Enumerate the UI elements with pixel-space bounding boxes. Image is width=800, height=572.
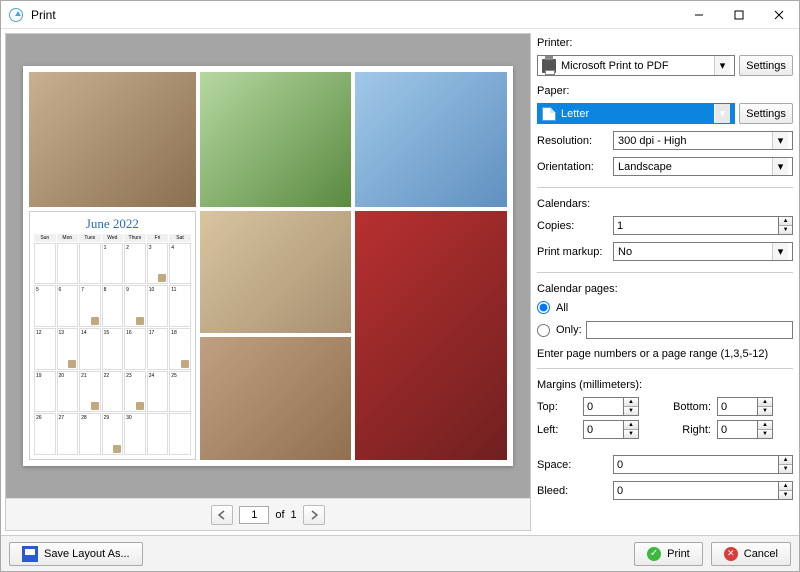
chevron-down-icon: ▾	[772, 132, 788, 149]
preview-area: June 2022 Sun Mon Tues Wed Thurs Fri Sat…	[6, 34, 530, 498]
pager: of 1	[6, 498, 530, 530]
margin-bottom-label: Bottom:	[665, 401, 711, 413]
markup-label: Print markup:	[537, 246, 609, 258]
calendar-grid: Sun Mon Tues Wed Thurs Fri Sat 1234 5678…	[34, 234, 191, 455]
collage-photo	[355, 211, 507, 460]
margin-bottom-input[interactable]	[717, 397, 757, 416]
titlebar: Print	[1, 1, 799, 29]
collage-photo	[200, 211, 352, 334]
calendars-label: Calendars:	[537, 198, 793, 210]
print-dialog: Print June 2022	[0, 0, 800, 572]
preview-page: June 2022 Sun Mon Tues Wed Thurs Fri Sat…	[23, 66, 513, 466]
margin-right-stepper[interactable]: ▲▼	[757, 420, 773, 439]
margin-left-input[interactable]	[583, 420, 623, 439]
print-button[interactable]: ✓ Print	[634, 542, 703, 566]
chevron-down-icon: ▾	[714, 104, 730, 123]
pages-only-input[interactable]	[586, 321, 793, 339]
app-icon	[9, 8, 23, 22]
resolution-label: Resolution:	[537, 135, 609, 147]
calendar-title: June 2022	[34, 216, 191, 232]
page-number-input[interactable]	[239, 506, 269, 524]
cancel-icon: ✕	[724, 547, 738, 561]
chevron-down-icon: ▾	[772, 158, 788, 175]
paper-label: Paper:	[537, 85, 793, 97]
save-icon	[22, 546, 38, 562]
paper-icon	[542, 107, 556, 121]
of-label: of	[275, 509, 284, 521]
footer: Save Layout As... ✓ Print ✕ Cancel	[1, 535, 799, 571]
collage-photo	[29, 72, 196, 207]
space-input[interactable]	[613, 455, 778, 474]
pages-hint: Enter page numbers or a page range (1,3,…	[537, 348, 793, 360]
pages-only-radio[interactable]	[537, 324, 550, 337]
orientation-label: Orientation:	[537, 161, 609, 173]
space-label: Space:	[537, 459, 609, 471]
collage-photo	[200, 337, 352, 460]
margin-right-input[interactable]	[717, 420, 757, 439]
margin-top-label: Top:	[537, 401, 577, 413]
markup-select[interactable]: No ▾	[613, 242, 793, 261]
pages-all-label: All	[556, 302, 568, 314]
ok-icon: ✓	[647, 547, 661, 561]
printer-icon	[542, 59, 556, 73]
copies-input[interactable]	[613, 216, 778, 235]
pages-only-label: Only:	[556, 324, 582, 336]
save-layout-button[interactable]: Save Layout As...	[9, 542, 143, 566]
window-title: Print	[31, 8, 56, 22]
collage-calendar: June 2022 Sun Mon Tues Wed Thurs Fri Sat…	[29, 211, 196, 460]
margin-left-stepper[interactable]: ▲▼	[623, 420, 639, 439]
settings-panel: Printer: Microsoft Print to PDF ▾ Settin…	[535, 33, 795, 531]
printer-settings-button[interactable]: Settings	[739, 55, 793, 76]
pages-label: Calendar pages:	[537, 283, 793, 295]
bleed-input[interactable]	[613, 481, 778, 500]
cancel-button[interactable]: ✕ Cancel	[711, 542, 791, 566]
minimize-button[interactable]	[679, 1, 719, 29]
margin-bottom-stepper[interactable]: ▲▼	[757, 397, 773, 416]
maximize-button[interactable]	[719, 1, 759, 29]
collage-photo	[355, 72, 507, 207]
total-pages: 1	[291, 509, 297, 521]
paper-settings-button[interactable]: Settings	[739, 103, 793, 124]
collage-photo	[200, 72, 352, 207]
preview-panel: June 2022 Sun Mon Tues Wed Thurs Fri Sat…	[5, 33, 531, 531]
close-button[interactable]	[759, 1, 799, 29]
printer-label: Printer:	[537, 37, 793, 49]
margin-top-stepper[interactable]: ▲▼	[623, 397, 639, 416]
margin-right-label: Right:	[665, 424, 711, 436]
next-page-button[interactable]	[303, 505, 325, 525]
prev-page-button[interactable]	[211, 505, 233, 525]
bleed-label: Bleed:	[537, 485, 609, 497]
margin-top-input[interactable]	[583, 397, 623, 416]
pages-all-radio[interactable]	[537, 301, 550, 314]
margin-left-label: Left:	[537, 424, 577, 436]
orientation-select[interactable]: Landscape ▾	[613, 157, 793, 176]
paper-select[interactable]: Letter ▾	[537, 103, 735, 124]
chevron-down-icon: ▾	[772, 243, 788, 260]
chevron-down-icon: ▾	[714, 56, 730, 75]
printer-select[interactable]: Microsoft Print to PDF ▾	[537, 55, 735, 76]
space-stepper[interactable]: ▲▼	[778, 455, 793, 474]
copies-label: Copies:	[537, 220, 609, 232]
resolution-select[interactable]: 300 dpi - High ▾	[613, 131, 793, 150]
bleed-stepper[interactable]: ▲▼	[778, 481, 793, 500]
copies-stepper[interactable]: ▲▼	[778, 216, 793, 235]
margins-label: Margins (millimeters):	[537, 379, 793, 391]
